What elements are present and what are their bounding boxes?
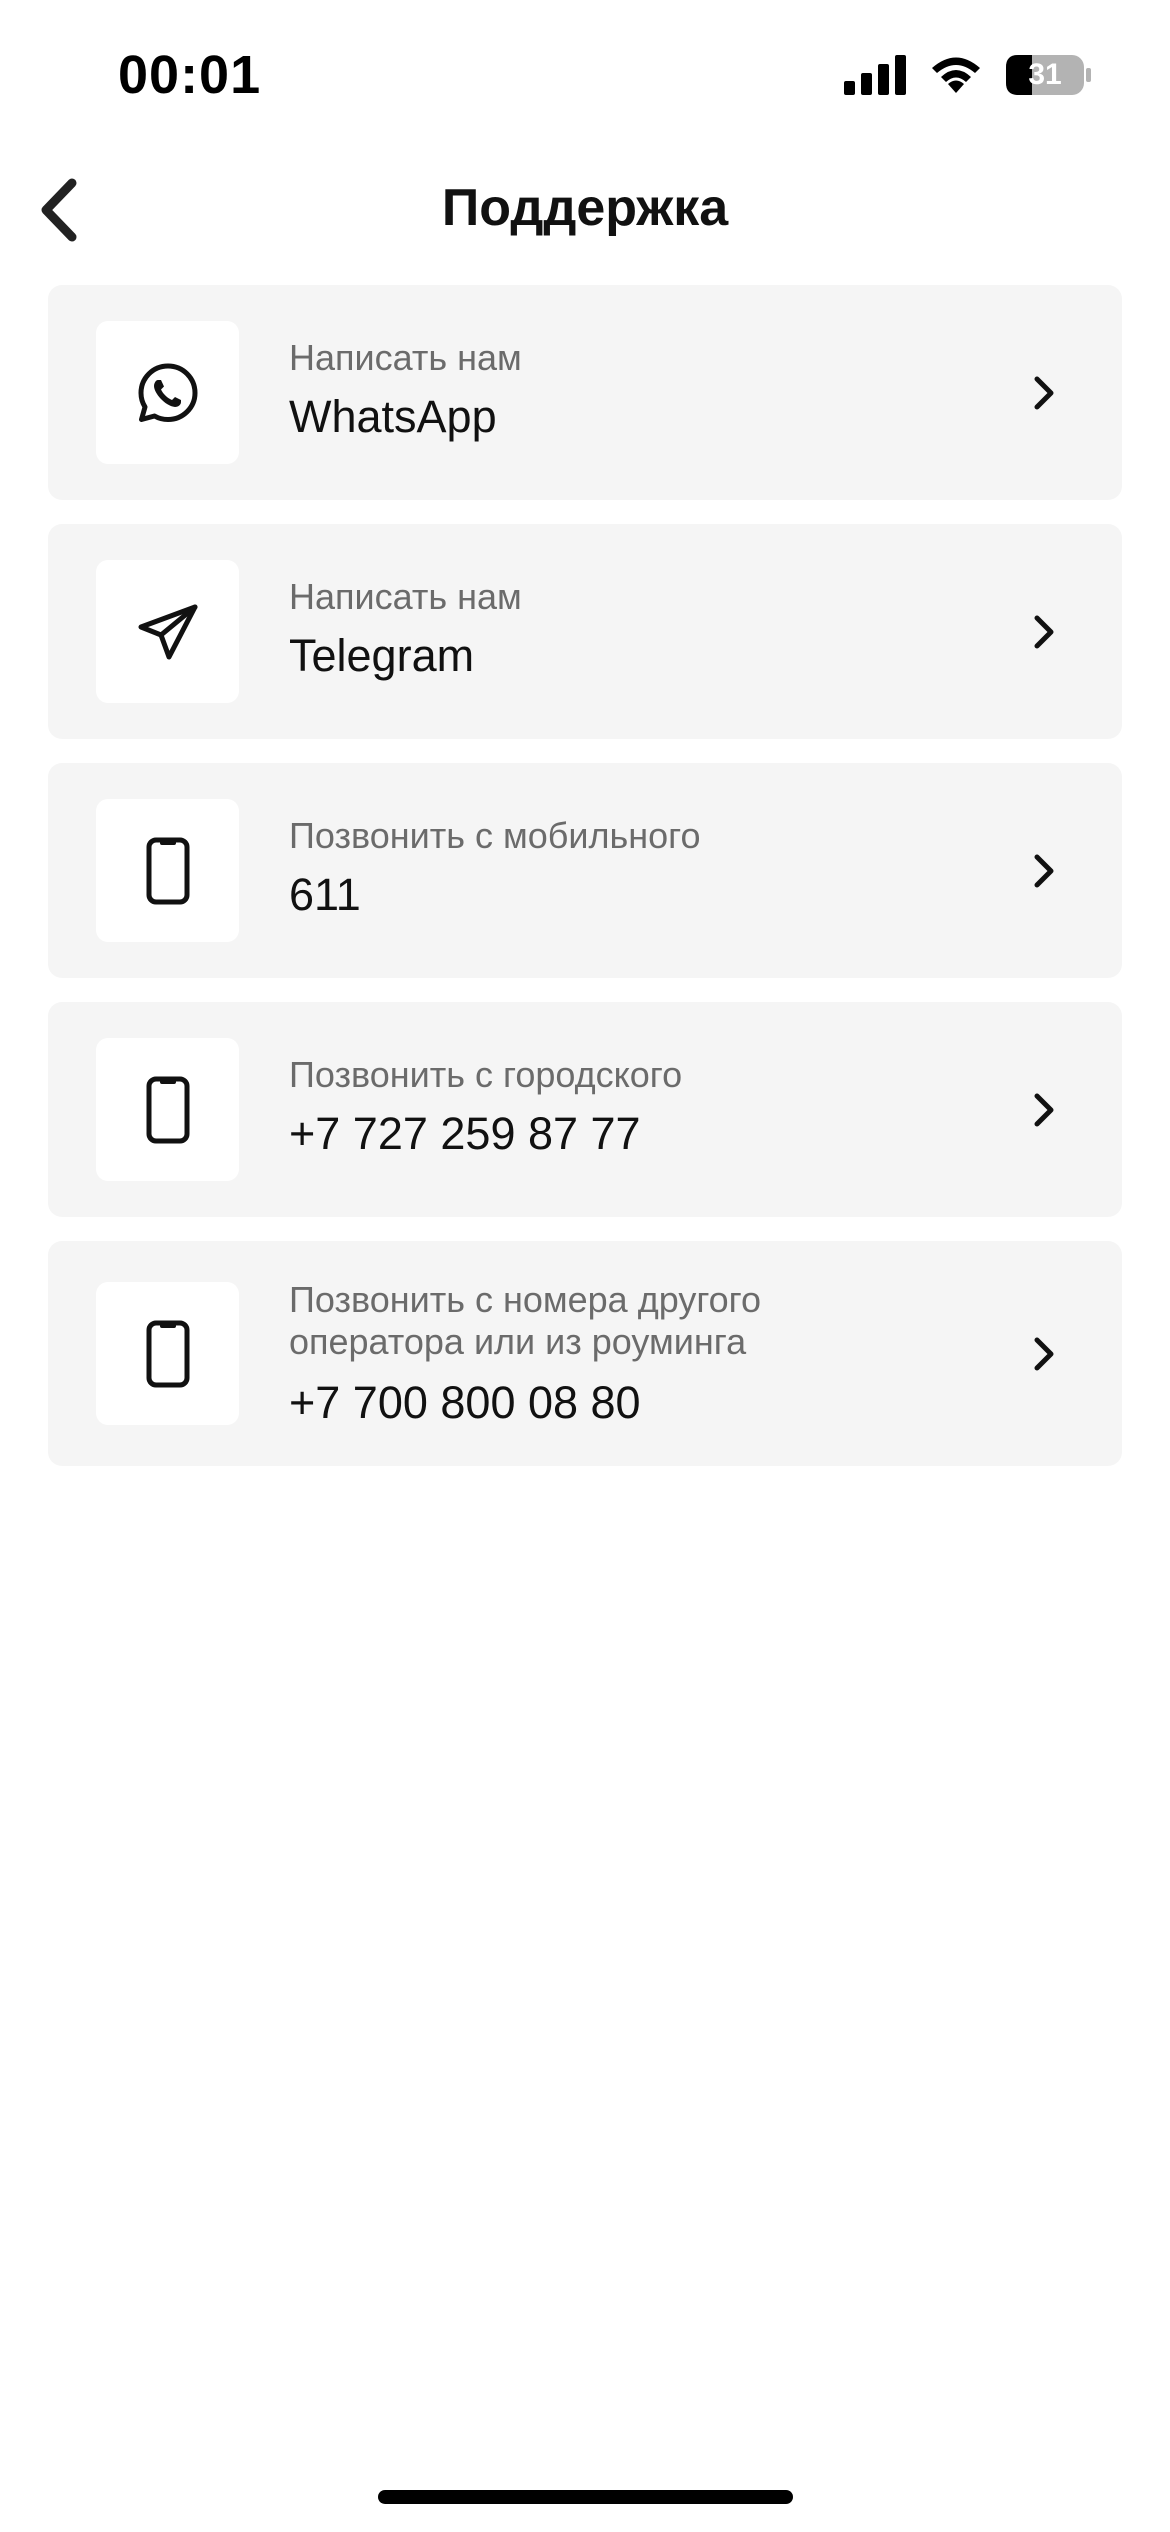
wifi-icon bbox=[932, 57, 980, 93]
battery-level: 31 bbox=[1028, 58, 1062, 91]
support-screen: 00:01 31 Поддержка Написать нам WhatsApp… bbox=[0, 0, 1170, 2532]
mobile-phone-icon bbox=[146, 837, 189, 904]
status-time: 00:01 bbox=[118, 45, 262, 105]
card-value: +7 727 259 87 77 bbox=[289, 1108, 641, 1159]
chevron-right-icon bbox=[1026, 1336, 1062, 1372]
card-text: Написать нам WhatsApp bbox=[289, 337, 1002, 445]
support-item-whatsapp[interactable]: Написать нам WhatsApp bbox=[48, 285, 1122, 500]
chevron-right-icon bbox=[1026, 853, 1062, 889]
signal-icon bbox=[844, 55, 906, 95]
whatsapp-icon bbox=[138, 363, 197, 422]
icon-box bbox=[96, 560, 239, 703]
card-text: Позвонить с городского +7 727 259 87 77 bbox=[289, 1054, 1002, 1162]
card-value: 611 bbox=[289, 869, 361, 920]
card-label: Позвонить с номера другого оператора или… bbox=[289, 1279, 762, 1362]
card-value: +7 700 800 08 80 bbox=[289, 1377, 641, 1428]
chevron-right-icon bbox=[1026, 614, 1062, 650]
chevron-right-icon bbox=[1026, 375, 1062, 411]
card-value: WhatsApp bbox=[289, 391, 497, 442]
chevron-right-icon bbox=[1026, 1092, 1062, 1128]
card-text: Позвонить с номера другого оператора или… bbox=[289, 1279, 1002, 1431]
card-value: Telegram bbox=[289, 630, 475, 681]
card-text: Написать нам Telegram bbox=[289, 576, 1002, 684]
icon-box bbox=[96, 1282, 239, 1425]
support-item-telegram[interactable]: Написать нам Telegram bbox=[48, 524, 1122, 739]
support-item-roaming[interactable]: Позвонить с номера другого оператора или… bbox=[48, 1241, 1122, 1466]
card-label: Написать нам bbox=[289, 576, 522, 617]
battery-icon: 31 bbox=[1006, 55, 1092, 95]
status-bar: 00:01 31 bbox=[0, 0, 1170, 150]
icon-box bbox=[96, 799, 239, 942]
icon-box bbox=[96, 321, 239, 464]
telegram-icon bbox=[138, 604, 197, 659]
header: Поддержка bbox=[0, 160, 1170, 260]
mobile-phone-icon bbox=[146, 1076, 189, 1143]
card-label: Позвонить с мобильного bbox=[289, 815, 701, 856]
card-label: Позвонить с городского bbox=[289, 1054, 683, 1095]
support-item-landline[interactable]: Позвонить с городского +7 727 259 87 77 bbox=[48, 1002, 1122, 1217]
card-label: Написать нам bbox=[289, 337, 522, 378]
status-icons: 31 bbox=[844, 55, 1092, 95]
page-title: Поддержка bbox=[441, 179, 729, 237]
card-text: Позвонить с мобильного 611 bbox=[289, 815, 1002, 923]
support-item-mobile[interactable]: Позвонить с мобильного 611 bbox=[48, 763, 1122, 978]
home-indicator[interactable] bbox=[378, 2490, 793, 2504]
support-list: Написать нам WhatsApp Написать нам Teleg… bbox=[48, 285, 1122, 1490]
mobile-phone-icon bbox=[146, 1320, 189, 1387]
icon-box bbox=[96, 1038, 239, 1181]
